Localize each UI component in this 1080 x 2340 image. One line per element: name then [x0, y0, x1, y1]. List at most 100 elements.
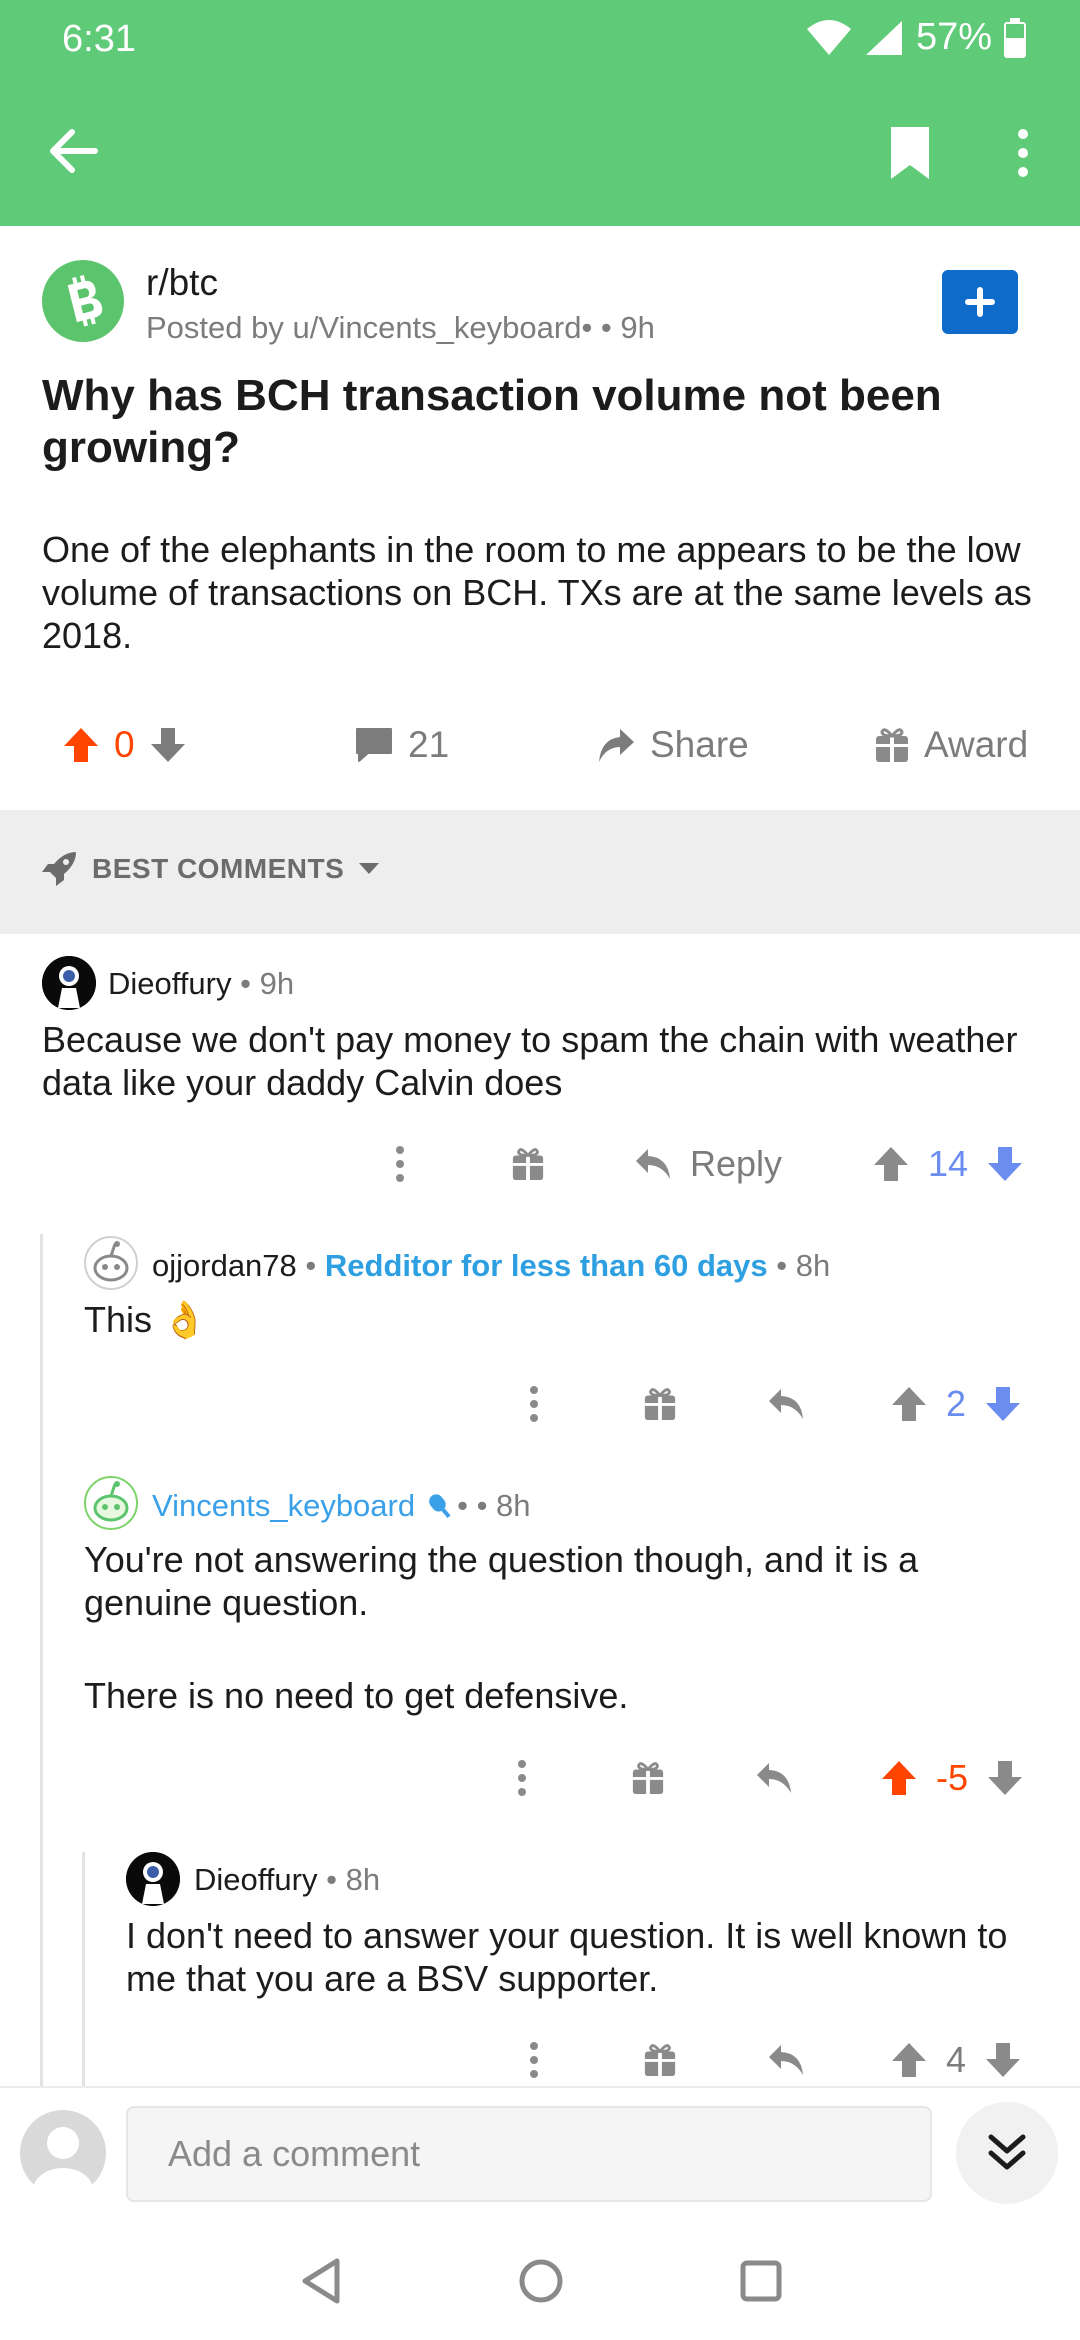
- caret-down-icon: [359, 863, 380, 874]
- reply-arrow-icon: [636, 1149, 670, 1179]
- upvote-icon[interactable]: [62, 726, 100, 764]
- more-vertical-icon: [1018, 129, 1028, 177]
- comment-meta: ojjordan78 • Redditor for less than 60 d…: [152, 1248, 831, 1283]
- user-silhouette-icon: [33, 2127, 93, 2196]
- comment-age: • 8h: [767, 1248, 831, 1283]
- comment-meta: Dieoffury • 9h: [108, 966, 294, 1002]
- comment-age: • • 8h: [457, 1488, 531, 1523]
- join-subreddit-button[interactable]: [942, 270, 1018, 334]
- post-share-button[interactable]: Share: [596, 710, 749, 780]
- comment-body: You're not answering the question though…: [84, 1538, 1044, 1717]
- comment-more-button[interactable]: [514, 2030, 554, 2090]
- comment-award-button[interactable]: [638, 2030, 682, 2090]
- comment-avatar[interactable]: [126, 1852, 180, 1906]
- comment-reply-button[interactable]: Reply: [634, 1134, 790, 1194]
- more-options-button[interactable]: [1000, 120, 1046, 186]
- downvote-icon[interactable]: [986, 1759, 1024, 1797]
- subreddit-name[interactable]: r/btc: [146, 262, 218, 304]
- reply-arrow-icon: [769, 1389, 803, 1419]
- comment-body: Because we don't pay money to spam the c…: [42, 1019, 1018, 1103]
- comment-score: -5: [936, 1757, 969, 1798]
- comment-avatar[interactable]: [42, 956, 96, 1010]
- nav-recents-button[interactable]: [726, 2246, 796, 2316]
- award-label: Award: [924, 724, 1029, 765]
- reply-label: Reply: [690, 1143, 783, 1184]
- comment-username[interactable]: ojjordan78: [152, 1248, 297, 1283]
- comment-award-button[interactable]: [506, 1134, 550, 1194]
- comment-reply-button[interactable]: [764, 1374, 808, 1434]
- downvote-icon[interactable]: [149, 726, 187, 764]
- comment-action-bar: 4: [0, 2030, 1080, 2090]
- battery-percent: 57%: [915, 16, 992, 58]
- comment-avatar[interactable]: [84, 1236, 138, 1290]
- comment-reply-button[interactable]: [752, 1748, 796, 1808]
- post-comments-button[interactable]: 21: [354, 710, 449, 780]
- comment-vote-group: -5: [880, 1748, 1052, 1808]
- comment-more-button[interactable]: [380, 1134, 420, 1194]
- upvote-icon[interactable]: [890, 2041, 928, 2079]
- comment-meta: Dieoffury • 8h: [194, 1862, 380, 1898]
- comment-vote-group: 14: [872, 1134, 1052, 1194]
- bookmark-button[interactable]: [880, 120, 940, 186]
- comment-action-bar: Reply 14: [0, 1134, 1080, 1194]
- next-comment-button[interactable]: [956, 2102, 1058, 2204]
- share-arrow-icon: [599, 729, 634, 762]
- comment-score: 4: [946, 2039, 967, 2080]
- reply-arrow-icon: [757, 1763, 791, 1793]
- comment-paragraph: There is no need to get defensive.: [84, 1675, 629, 1716]
- comment-username[interactable]: Dieoffury: [194, 1862, 318, 1897]
- comment-more-button[interactable]: [502, 1748, 542, 1808]
- subreddit-avatar[interactable]: [42, 260, 124, 342]
- upvote-icon[interactable]: [872, 1145, 910, 1183]
- sort-selector[interactable]: BEST COMMENTS: [40, 850, 380, 888]
- comment-award-button[interactable]: [626, 1748, 670, 1808]
- comment-bubble-icon: [356, 728, 392, 762]
- comment-award-button[interactable]: [638, 1374, 682, 1434]
- system-nav-bar: [0, 2216, 1080, 2340]
- nav-back-button[interactable]: [286, 2246, 356, 2316]
- comment-reply-button[interactable]: [764, 2030, 808, 2090]
- post-author-line[interactable]: Posted by u/Vincents_keyboard• • 9h: [146, 310, 655, 346]
- status-icons: 57%: [806, 16, 1026, 59]
- comment-composer-bar: [0, 2086, 1080, 2216]
- more-vertical-icon: [530, 2042, 538, 2078]
- bookmark-icon: [891, 127, 929, 179]
- upvote-icon[interactable]: [880, 1759, 918, 1797]
- comment-more-button[interactable]: [514, 1374, 554, 1434]
- downvote-icon[interactable]: [984, 1385, 1022, 1423]
- share-label: Share: [650, 724, 749, 765]
- comment-age: • 9h: [231, 966, 295, 1001]
- gift-icon: [644, 1388, 676, 1421]
- post-action-bar: 0 21 Share Award: [0, 710, 1080, 780]
- my-avatar[interactable]: [20, 2110, 106, 2196]
- comment-score: 14: [928, 1143, 969, 1184]
- comment-username-op[interactable]: Vincents_keyboard: [152, 1488, 415, 1524]
- comment-avatar[interactable]: [84, 1476, 138, 1530]
- downvote-icon[interactable]: [984, 2041, 1022, 2079]
- status-time: 6:31: [62, 18, 136, 60]
- comment-sort-bar[interactable]: BEST COMMENTS: [0, 810, 1080, 934]
- gift-icon: [512, 1148, 544, 1181]
- sort-label: BEST COMMENTS: [92, 853, 345, 884]
- thread-line: [40, 1234, 43, 2086]
- gift-icon: [876, 728, 908, 762]
- post-comment-count: 21: [408, 724, 450, 765]
- back-button[interactable]: [40, 118, 106, 184]
- snoo-avatar-icon: [93, 1241, 129, 1282]
- comment-username[interactable]: Dieoffury: [108, 966, 232, 1001]
- post-body: One of the elephants in the room to me a…: [42, 529, 1032, 656]
- add-comment-input[interactable]: [126, 2106, 932, 2202]
- post-award-button[interactable]: Award: [874, 710, 1028, 780]
- nav-home-button[interactable]: [506, 2246, 576, 2316]
- reply-arrow-icon: [769, 2045, 803, 2075]
- astronaut-avatar-icon: [126, 1852, 180, 1906]
- comment-body: This 👌: [84, 1299, 207, 1340]
- post-vote-group: 0: [62, 710, 187, 780]
- gift-icon: [644, 2044, 676, 2077]
- microphone-icon: [429, 1494, 451, 1519]
- battery-icon: [1004, 17, 1026, 58]
- gift-icon: [632, 1762, 664, 1795]
- astronaut-avatar-icon: [42, 956, 96, 1010]
- upvote-icon[interactable]: [890, 1385, 928, 1423]
- downvote-icon[interactable]: [986, 1145, 1024, 1183]
